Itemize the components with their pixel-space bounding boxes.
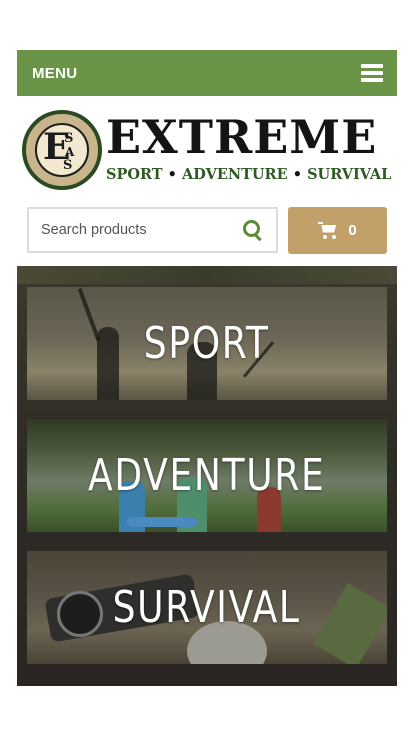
category-tiles: SPORT ADVENTURE SURVIVAL bbox=[17, 266, 397, 686]
category-sport[interactable]: SPORT bbox=[27, 287, 387, 400]
site-logo[interactable]: E S A S EXTREME SPORT • ADVENTURE • SURV… bbox=[20, 108, 391, 194]
hamburger-icon[interactable] bbox=[361, 64, 383, 82]
search-icon[interactable] bbox=[242, 219, 264, 241]
search-input[interactable] bbox=[41, 222, 242, 238]
category-survival[interactable]: SURVIVAL bbox=[27, 551, 387, 664]
cart-count: 0 bbox=[348, 222, 357, 239]
logo-seal: E S A S bbox=[22, 110, 102, 190]
cart-button[interactable]: 0 bbox=[288, 207, 387, 254]
menu-label[interactable]: MENU bbox=[32, 65, 77, 82]
category-survival-label: SURVIVAL bbox=[112, 582, 302, 633]
logo-wordmark: EXTREME bbox=[106, 110, 378, 164]
search-box[interactable] bbox=[27, 207, 278, 253]
category-adventure[interactable]: ADVENTURE bbox=[27, 419, 387, 532]
cart-icon bbox=[318, 221, 338, 240]
category-sport-label: SPORT bbox=[144, 318, 270, 369]
category-adventure-label: ADVENTURE bbox=[88, 450, 326, 501]
menu-bar[interactable]: MENU bbox=[17, 50, 397, 96]
logo-tagline: SPORT • ADVENTURE • SURVIVAL bbox=[106, 166, 392, 183]
